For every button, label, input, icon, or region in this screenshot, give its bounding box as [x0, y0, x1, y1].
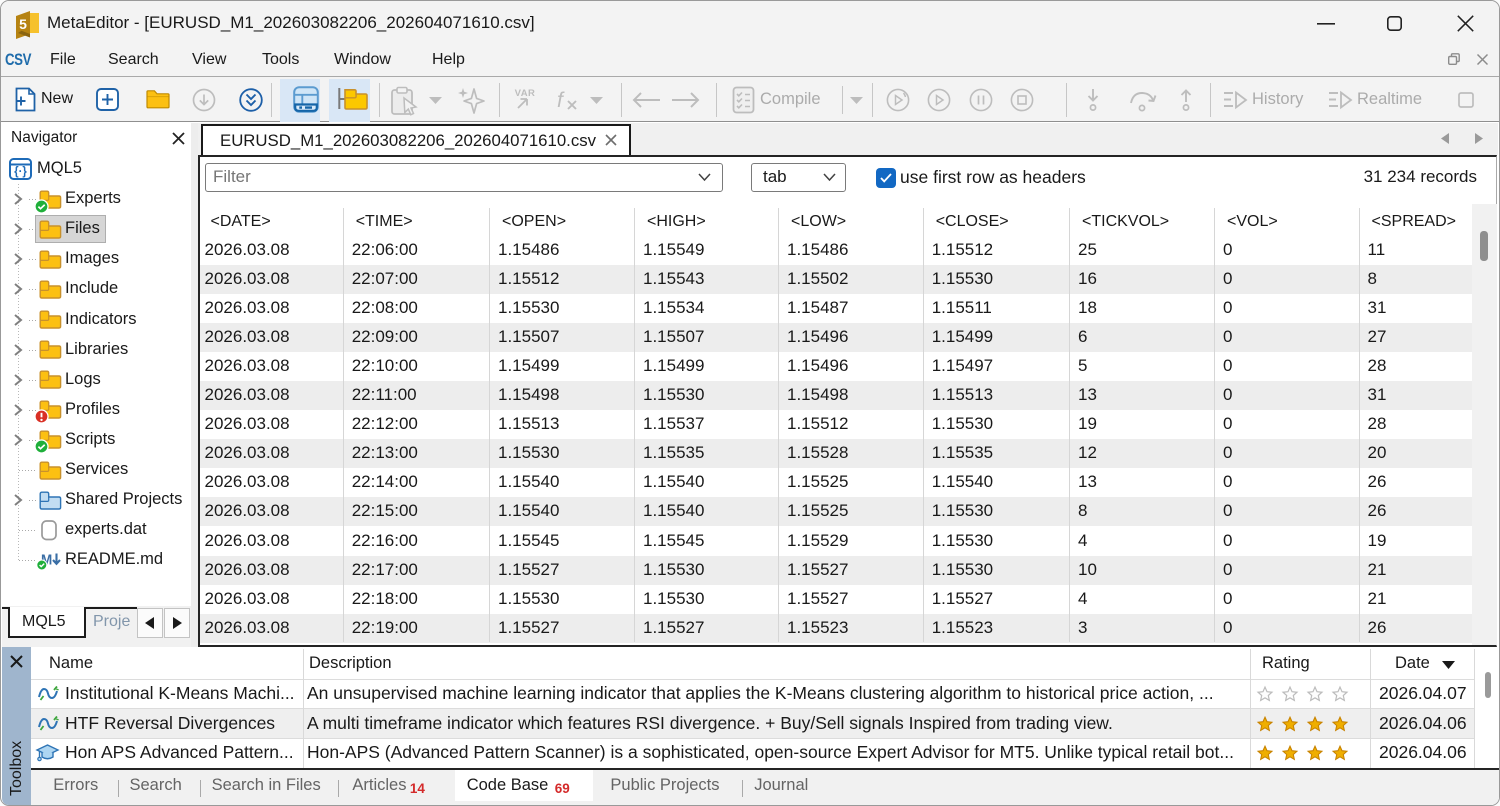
svg-text:5: 5 — [19, 16, 27, 32]
svg-text:f: f — [557, 89, 565, 112]
svg-text:VAR: VAR — [515, 88, 536, 99]
svg-text:{·}: {·} — [14, 166, 27, 178]
